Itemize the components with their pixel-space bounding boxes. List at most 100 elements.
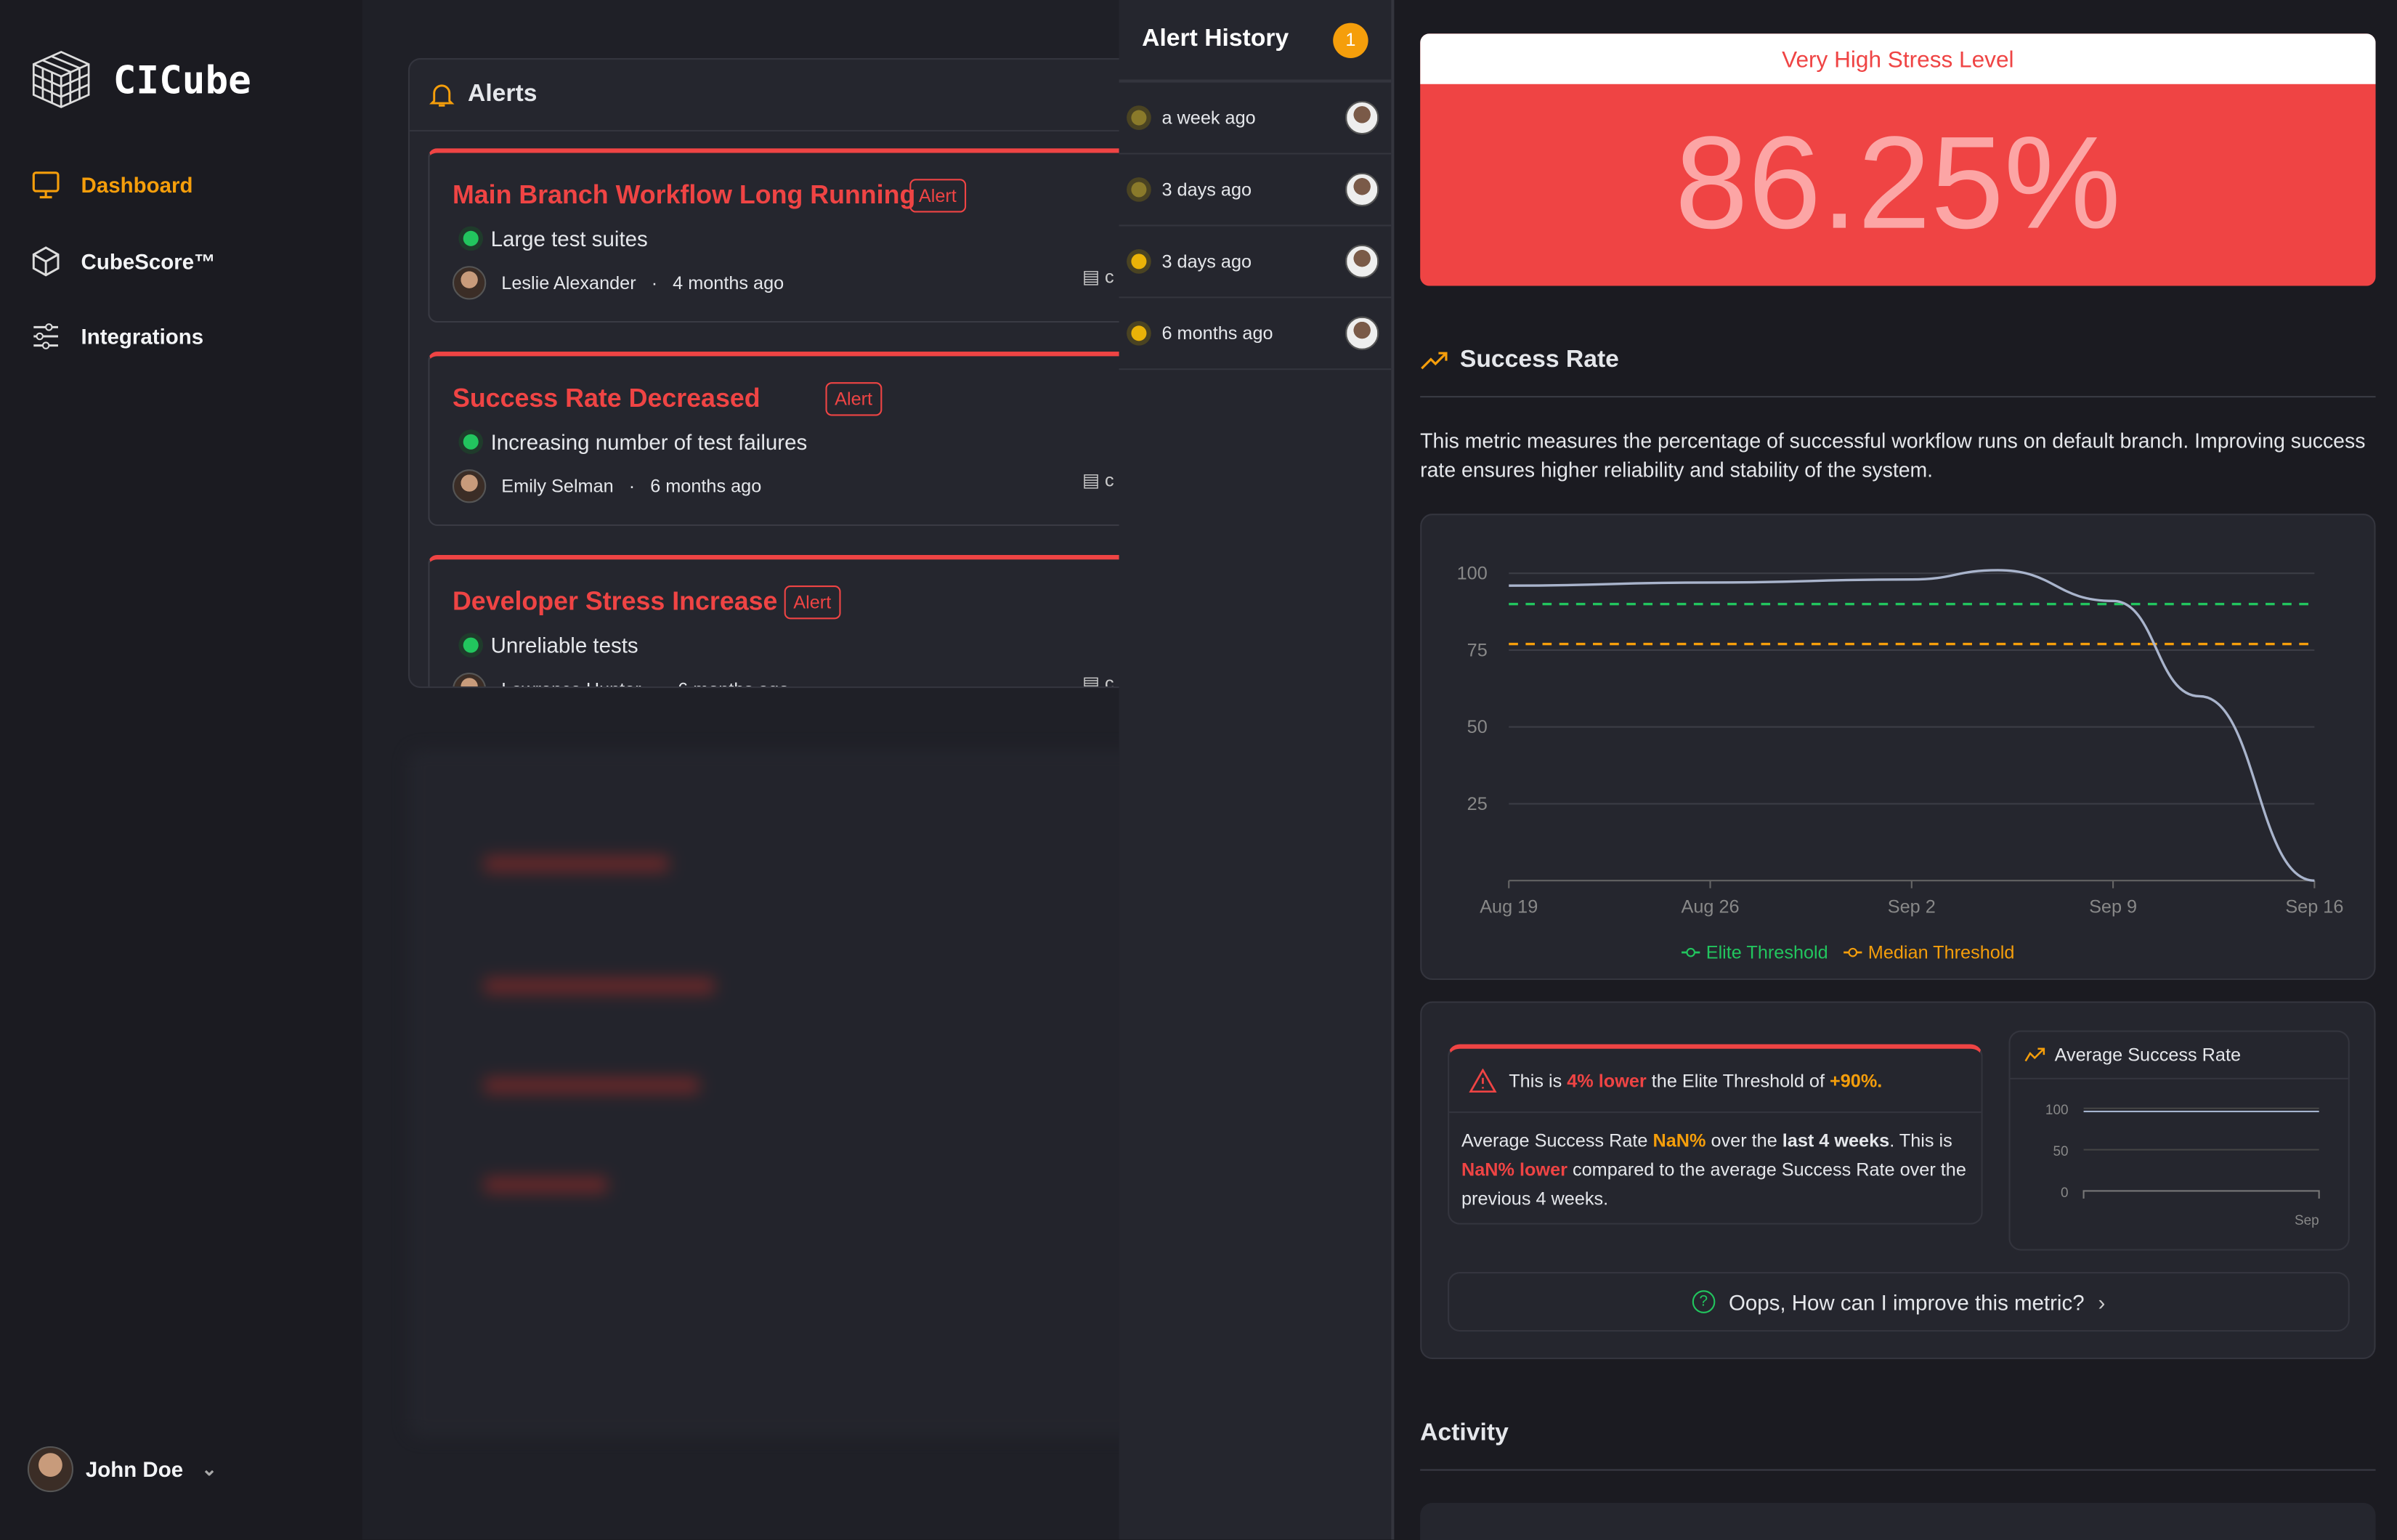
section-title: Success Rate	[1459, 346, 1619, 373]
divider	[1420, 396, 2376, 398]
x-tick: Sep 16	[2285, 896, 2343, 917]
book-icon: ▤	[1082, 673, 1100, 689]
history-item[interactable]: 3 days ago	[1119, 226, 1392, 299]
alert-title[interactable]: Developer Stress Increase	[453, 587, 777, 617]
y-tick: 75	[1467, 640, 1488, 660]
x-tick: Sep 2	[1888, 896, 1936, 917]
alert-item[interactable]: Success Rate Decreased Alert Increasing …	[428, 352, 1141, 526]
book-icon: ▤	[1082, 469, 1100, 491]
stress-value: 86.25%	[1674, 110, 2121, 257]
y-tick: 50	[1467, 717, 1488, 737]
nav-label: CubeScore™	[81, 249, 216, 274]
history-item[interactable]: a week ago	[1119, 83, 1392, 155]
repo-link[interactable]: ▤ c	[1082, 266, 1114, 287]
avatar	[452, 266, 487, 300]
alert-reason: Large test suites	[463, 226, 648, 251]
alert-meta: Emily Selman · 6 months ago	[452, 469, 761, 503]
status-dot	[1131, 110, 1147, 126]
alert-meta: Leslie Alexander · 4 months ago	[452, 266, 784, 300]
y-tick: 100	[1457, 564, 1488, 584]
average-success-chart: Average Success Rate 100 50 0 Sep	[2008, 1030, 2350, 1251]
success-rate-line	[1509, 569, 2315, 882]
alert-history-panel: Alert History 1 a week ago 3 days ago 3 da…	[1119, 0, 1392, 1540]
trending-up-icon	[2024, 1047, 2045, 1062]
history-time: 3 days ago	[1161, 251, 1252, 272]
stress-label: Very High Stress Level	[1420, 33, 2376, 84]
cube-icon	[32, 246, 60, 277]
legend-dot	[1848, 947, 1858, 957]
avatar	[452, 673, 487, 686]
repo-link[interactable]: ▤ c	[1082, 469, 1114, 490]
alerts-title: Alerts	[468, 81, 538, 108]
author: Leslie Alexander	[501, 272, 636, 294]
y-tick: 100	[2045, 1103, 2069, 1118]
sidebar-item-dashboard[interactable]: Dashboard	[31, 170, 192, 200]
sidebar: CICube Dashboard CubeScore™ Integrations…	[0, 0, 362, 1540]
status-dot	[463, 230, 479, 246]
status-dot	[463, 637, 479, 653]
metric-panel: Very High Stress Level 86.25% Success Ra…	[1391, 0, 2397, 1540]
repo-link[interactable]: ▤ c	[1082, 673, 1114, 689]
threshold-warning: This is 4% lower the Elite Threshold of …	[1448, 1044, 1983, 1225]
status-dot	[1131, 254, 1147, 270]
improve-label: Oops, How can I improve this metric?	[1728, 1289, 2085, 1314]
legend-label: Median Threshold	[1868, 943, 2015, 963]
avatar	[1345, 172, 1379, 207]
help-icon: ?	[1692, 1290, 1716, 1313]
app-name: CICube	[113, 57, 251, 102]
history-time: 6 months ago	[1161, 323, 1273, 344]
history-time: a week ago	[1161, 107, 1256, 129]
sidebar-item-cubescore[interactable]: CubeScore™	[31, 246, 216, 277]
x-tick: Aug 26	[1682, 896, 1740, 917]
success-rate-chart: 25 50 75 100 Aug 19 Aug 26 Sep 2 Sep 9 Sep 16 Eli…	[1457, 564, 2344, 963]
improve-metric-button[interactable]: ? Oops, How can I improve this metric? ›	[1448, 1272, 2350, 1332]
avatar	[1345, 316, 1379, 350]
x-tick: Sep 9	[2089, 896, 2137, 917]
legend-dot	[1686, 947, 1696, 957]
nav-label: Integrations	[81, 324, 204, 349]
activity-title: Activity	[1420, 1420, 1509, 1446]
divider	[1420, 1469, 2376, 1471]
user-menu[interactable]: John Doe ⌄	[27, 1446, 217, 1493]
y-tick: 0	[2061, 1186, 2069, 1201]
nav-label: Dashboard	[81, 172, 193, 198]
avg-chart-title: Average Success Rate	[2054, 1044, 2242, 1066]
alert-item[interactable]: Main Branch Workflow Long Running Alert …	[428, 148, 1141, 323]
alert-item[interactable]: Developer Stress Increase Alert Unreliab…	[428, 554, 1141, 689]
status-dot	[463, 434, 479, 450]
logo[interactable]: CICube	[28, 46, 251, 113]
alert-history-title: Alert History	[1142, 25, 1289, 52]
alert-title[interactable]: Success Rate Decreased	[453, 384, 761, 414]
success-rate-header: Success Rate	[1420, 347, 1619, 375]
y-tick: 25	[1467, 794, 1488, 814]
history-item[interactable]: 6 months ago	[1119, 298, 1392, 370]
trending-up-icon	[1421, 352, 1448, 370]
alert-reason: Unreliable tests	[463, 633, 638, 657]
x-tick: Sep	[2295, 1213, 2319, 1228]
sidebar-item-integrations[interactable]: Integrations	[31, 321, 203, 352]
avg-chart-plot: 100 50 0 Sep	[2045, 1103, 2320, 1228]
metric-description: This metric measures the percentage of s…	[1420, 429, 2366, 482]
y-tick: 50	[2053, 1144, 2068, 1159]
time: 6 months ago	[678, 678, 789, 686]
stress-banner: Very High Stress Level 86.25%	[1420, 33, 2376, 286]
cube-logo-icon	[32, 51, 90, 108]
activity-card	[1420, 1502, 2376, 1540]
warning-icon	[1469, 1068, 1497, 1093]
chevron-right-icon: ›	[2098, 1289, 2106, 1314]
alert-badge: Alert	[825, 382, 882, 416]
alert-badge: Alert	[784, 585, 840, 620]
alert-badge: Alert	[909, 179, 966, 213]
avatar	[1345, 244, 1379, 279]
avatar	[452, 469, 487, 503]
history-item[interactable]: 3 days ago	[1119, 155, 1392, 227]
user-name: John Doe	[85, 1456, 184, 1482]
book-icon: ▤	[1082, 266, 1100, 288]
alert-title[interactable]: Main Branch Workflow Long Running	[453, 180, 915, 211]
time: 4 months ago	[673, 272, 784, 294]
average-text: Average Success Rate NaN% over the last …	[1461, 1130, 1966, 1209]
avatar	[27, 1446, 74, 1493]
x-tick: Aug 19	[1480, 896, 1538, 917]
alerts-card: Alerts Main Branch Workflow Long Running…	[407, 57, 1143, 689]
alert-meta: Lawrence Hunter·6 months ago	[452, 673, 789, 686]
